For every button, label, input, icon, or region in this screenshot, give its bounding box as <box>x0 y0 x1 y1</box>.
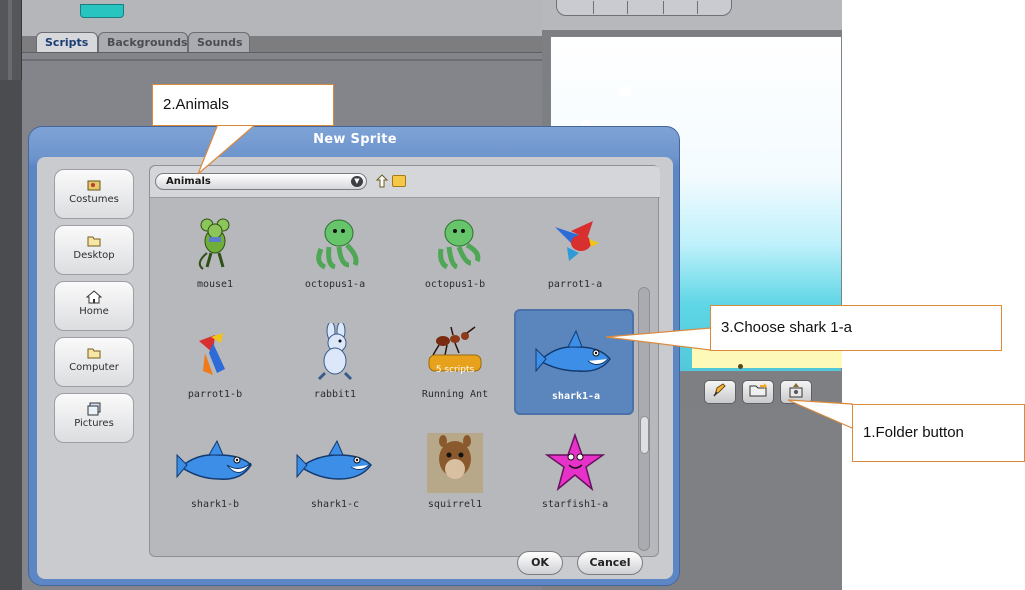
ok-button[interactable]: OK <box>517 551 563 575</box>
parrot-sprite-thumbnail <box>199 333 225 375</box>
stage-dot <box>738 364 743 369</box>
surprise-sprite-button[interactable] <box>780 380 812 404</box>
folder-dropdown-value: Animals <box>166 176 211 187</box>
dialog-title: New Sprite <box>313 132 397 147</box>
sprite-name: parrot1-a <box>547 279 603 290</box>
view-segment-divider <box>697 1 698 14</box>
callout-animals: 2.Animals <box>152 84 334 126</box>
costumes-icon <box>86 178 102 192</box>
sprite-tile[interactable]: starfish1-a <box>516 423 634 523</box>
browser-toolbar: Animals ▼ <box>150 166 660 198</box>
new-sprite-dialog: New Sprite Costumes Desktop Home Compute… <box>28 126 680 586</box>
nav-pictures-label: Pictures <box>74 418 114 429</box>
folder-icon <box>86 234 102 248</box>
sprite-tile[interactable]: 5 scripts Running Ant <box>396 313 514 413</box>
view-segment-divider <box>593 1 594 14</box>
folder-icon <box>749 382 767 402</box>
nav-pictures-button[interactable]: Pictures <box>54 393 134 443</box>
callout-choose-shark: 3.Choose shark 1-a <box>710 305 1002 351</box>
stage-toolbar <box>542 0 842 30</box>
sprite-tile[interactable]: octopus1-b <box>396 203 514 303</box>
choose-sprite-from-file-button[interactable] <box>742 380 774 404</box>
paint-new-sprite-icon <box>711 382 729 402</box>
nav-home-label: Home <box>79 306 109 317</box>
cancel-button[interactable]: Cancel <box>577 551 643 575</box>
sprite-tile[interactable]: rabbit1 <box>276 313 394 413</box>
tab-sounds[interactable]: Sounds <box>188 32 250 52</box>
sprite-tile[interactable]: shark1-c <box>276 423 394 523</box>
shark-sprite-thumbnail <box>296 439 372 480</box>
file-browser: Animals ▼ mouse1 octopus1-a octopus1-b p… <box>149 165 660 557</box>
shark-sprite-thumbnail <box>176 439 252 480</box>
parent-folder-icon[interactable] <box>375 174 389 188</box>
scripts-area-divider <box>22 59 542 61</box>
mouse-sprite-thumbnail <box>198 218 230 270</box>
sprite-tile[interactable]: shark1-b <box>156 423 274 523</box>
sprite-name: shark1-b <box>190 499 240 510</box>
sprite-file-grid: mouse1 octopus1-a octopus1-b parrot1-a p… <box>150 199 660 557</box>
sprite-tile[interactable]: octopus1-a <box>276 203 394 303</box>
rabbit-sprite-thumbnail <box>317 323 353 381</box>
starfish-sprite-thumbnail <box>545 433 605 492</box>
sprite-tile[interactable]: parrot1-a <box>516 203 634 303</box>
nav-desktop-label: Desktop <box>73 250 115 261</box>
folder-dropdown[interactable]: Animals ▼ <box>155 173 367 190</box>
sprite-header <box>22 0 542 36</box>
sprite-tile[interactable]: parrot1-b <box>156 313 274 413</box>
sprite-name: Running Ant <box>421 389 489 400</box>
sprite-name: octopus1-a <box>304 279 366 290</box>
nav-desktop-button[interactable]: Desktop <box>54 225 134 275</box>
nav-costumes-label: Costumes <box>69 194 119 205</box>
scrollbar-thumb[interactable] <box>640 416 649 454</box>
callout-folder-button: 1.Folder button <box>852 404 1025 462</box>
dialog-body: Costumes Desktop Home Computer Pictures <box>37 157 673 579</box>
grid-scrollbar[interactable] <box>638 287 650 551</box>
sprite-name: parrot1-b <box>187 389 243 400</box>
squirrel-sprite-thumbnail <box>427 433 483 493</box>
sprite-name: starfish1-a <box>541 499 609 510</box>
home-icon <box>85 290 103 304</box>
sprite-name: shark1-a <box>551 391 601 402</box>
nav-computer-label: Computer <box>69 362 119 373</box>
sprite-name: shark1-c <box>310 499 360 510</box>
octopus-sprite-thumbnail <box>316 219 359 270</box>
paint-new-sprite-button[interactable] <box>704 380 736 404</box>
nav-home-button[interactable]: Home <box>54 281 134 331</box>
current-sprite-thumbnail[interactable] <box>80 4 124 18</box>
bubble <box>669 41 677 49</box>
bubble <box>619 85 631 97</box>
nav-costumes-button[interactable]: Costumes <box>54 169 134 219</box>
sprite-name: rabbit1 <box>313 389 357 400</box>
new-sprite-buttons <box>702 378 842 408</box>
panel-stub <box>0 80 22 590</box>
sprite-tile-selected[interactable]: shark1-a <box>514 309 634 415</box>
sprite-tile[interactable]: mouse1 <box>156 203 274 303</box>
tab-backgrounds[interactable]: Backgrounds <box>98 32 188 52</box>
new-folder-icon[interactable] <box>392 175 406 187</box>
chevron-down-icon: ▼ <box>351 176 363 187</box>
sprite-name: squirrel1 <box>427 499 483 510</box>
scripts-count-badge: 5 scripts <box>435 365 475 375</box>
view-segment-divider <box>627 1 628 14</box>
sprite-tile[interactable]: squirrel1 <box>396 423 514 523</box>
parrot-sprite-thumbnail <box>555 221 599 261</box>
folder-icon <box>86 346 102 360</box>
tab-scripts[interactable]: Scripts <box>36 32 98 52</box>
left-panel-strip <box>0 0 22 590</box>
shark-sprite-thumbnail <box>535 329 611 373</box>
nav-computer-button[interactable]: Computer <box>54 337 134 387</box>
sprite-name: mouse1 <box>196 279 234 290</box>
view-segment-divider <box>663 1 664 14</box>
surprise-sprite-icon <box>787 382 805 402</box>
sprite-name: octopus1-b <box>424 279 486 290</box>
stage-view-controls[interactable] <box>556 0 732 16</box>
pictures-icon <box>86 402 102 416</box>
octopus-sprite-thumbnail <box>438 219 481 270</box>
